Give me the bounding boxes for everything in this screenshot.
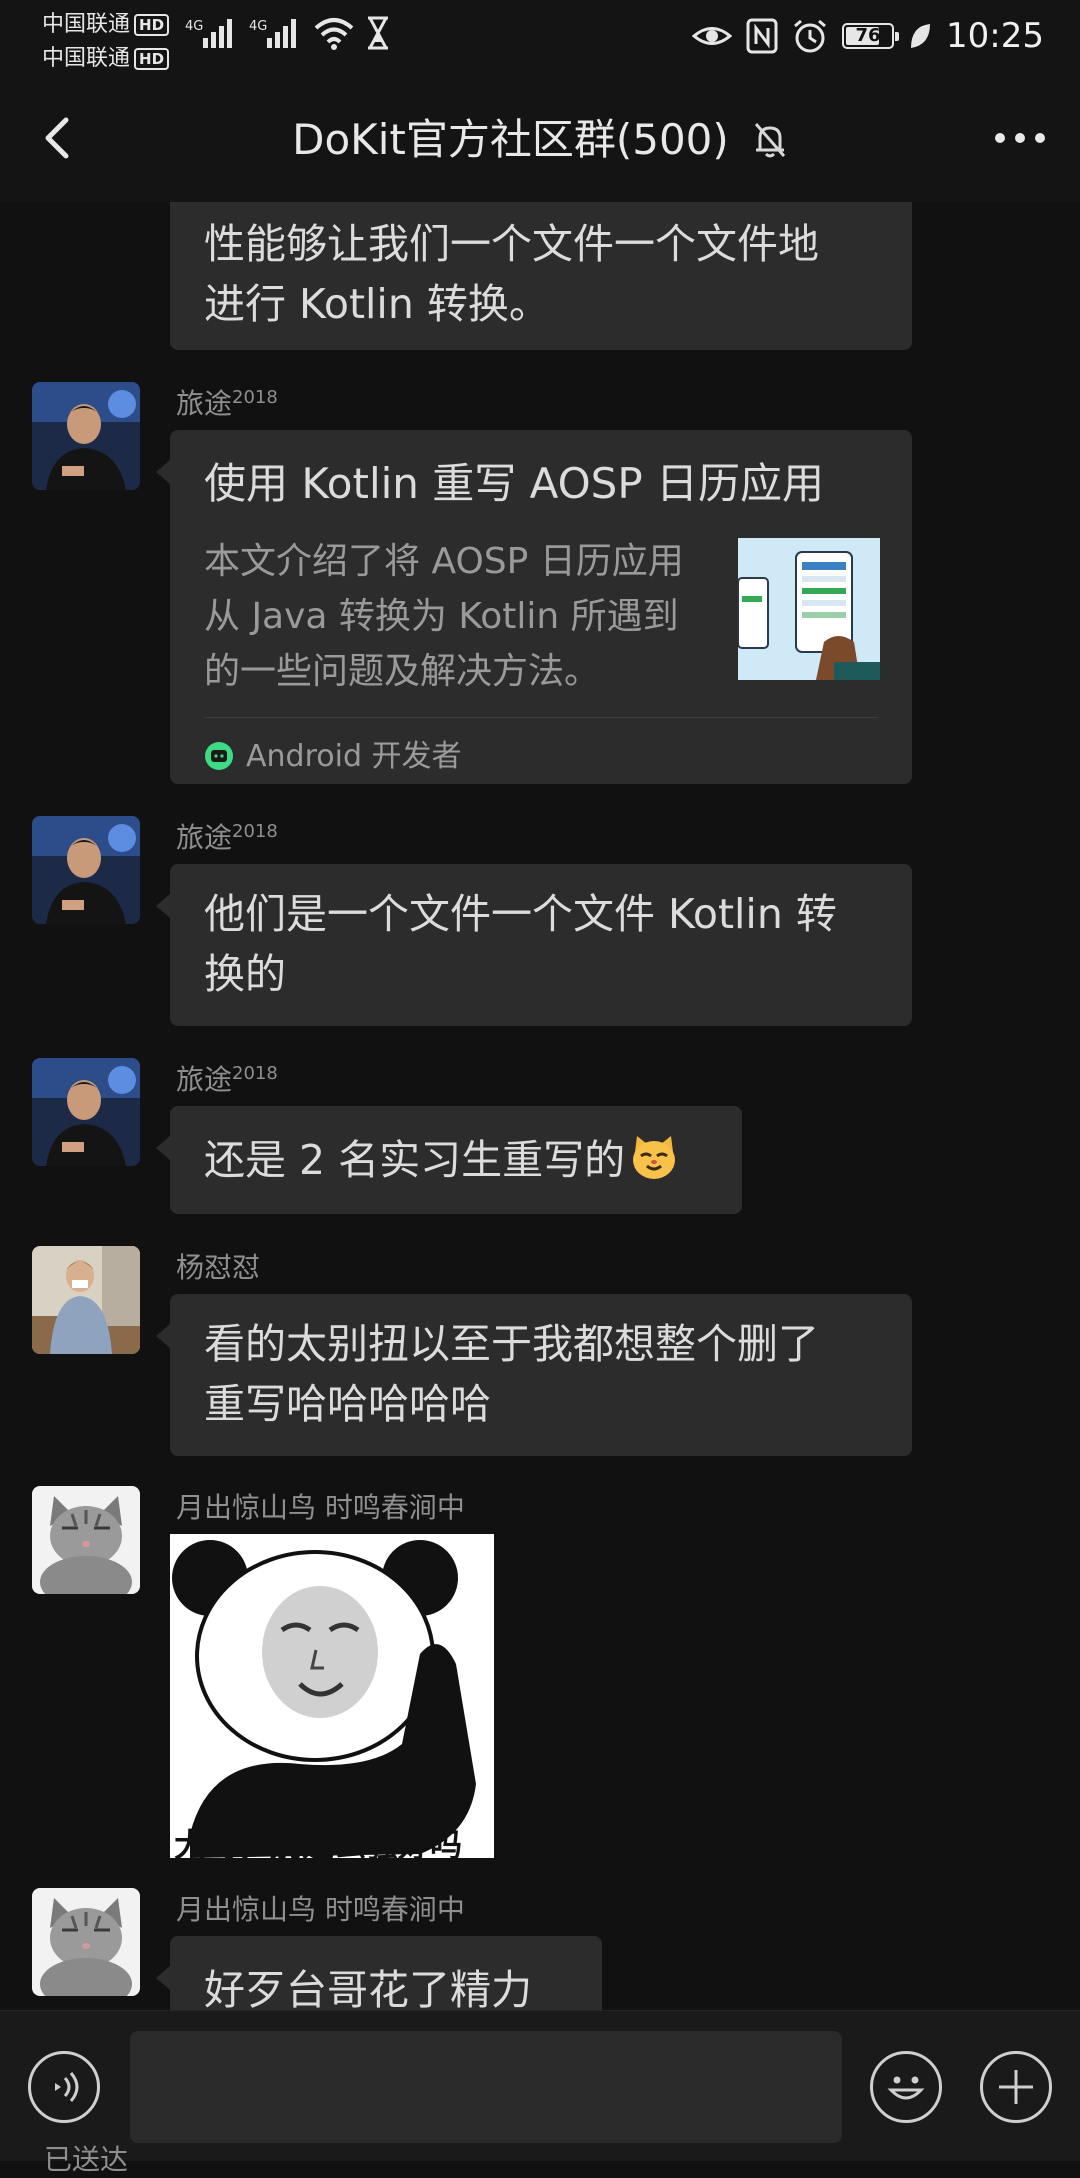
message-text-line: 进行 Kotlin 转换。: [204, 280, 550, 328]
message-text-line: 好歹台哥花了精力: [204, 1966, 532, 2010]
plus-icon: [999, 2070, 1033, 2104]
message-bubble[interactable]: 性能够让我们一个文件一个文件地 进行 Kotlin 转换。: [170, 202, 912, 350]
card-source: Android 开发者: [204, 732, 462, 782]
card-description: 本文介绍了将 AOSP 日历应用 从 Java 转换为 Kotlin 所遇到 的…: [204, 541, 684, 692]
signal-icon-2: 4G: [249, 19, 296, 48]
alarm-icon: [794, 19, 826, 53]
battery-indicator: 76: [842, 23, 900, 49]
hourglass-icon: [368, 16, 388, 50]
emoji-icon: [887, 2076, 925, 2100]
link-card[interactable]: 使用 Kotlin 重写 AOSP 日历应用 本文介绍了将 AOSP 日历应用 …: [156, 430, 912, 784]
clock: 10:25: [946, 16, 1044, 56]
bell-off-icon: [754, 123, 786, 158]
sender-name: 旅途2018: [176, 821, 278, 854]
plus-button[interactable]: [980, 2051, 1052, 2123]
panda-meme-image: [170, 1534, 494, 1858]
carrier-label-2: 中国联通 HD: [42, 40, 170, 72]
avatar[interactable]: [32, 1058, 140, 1166]
chat-header: DoKit官方社区群(500): [0, 72, 1080, 202]
avatar[interactable]: [32, 382, 140, 490]
cat-emoji-icon: [633, 1136, 676, 1179]
sender-name: 旅途2018: [176, 1063, 278, 1096]
card-title: 使用 Kotlin 重写 AOSP 日历应用: [204, 459, 825, 508]
eye-icon: [692, 27, 733, 45]
avatar[interactable]: [32, 1888, 140, 1996]
card-divider: [204, 717, 878, 718]
voice-button[interactable]: [28, 2051, 100, 2123]
status-bar: 中国联通 HD 中国联通 HD 4G 4G 76 10:25: [0, 0, 1080, 72]
card-thumbnail: [738, 538, 880, 680]
message-text-line: 重写哈哈哈哈哈: [204, 1380, 491, 1428]
more-dots-icon[interactable]: [990, 118, 1050, 158]
sender-name: 杨怼怼: [176, 1251, 261, 1284]
sticker-caption: 大哥，别这么骚好吗: [174, 1826, 463, 1858]
message-text-line: 看的太别扭以至于我都想整个删了: [204, 1320, 819, 1368]
sender-name: 旅途2018: [176, 387, 278, 420]
wifi-icon: [314, 18, 354, 50]
message-bubble[interactable]: 看的太别扭以至于我都想整个删了 重写哈哈哈哈哈: [156, 1294, 912, 1456]
message-bubble[interactable]: 他们是一个文件一个文件 Kotlin 转 换的: [156, 864, 912, 1026]
avatar[interactable]: [32, 816, 140, 924]
message-text-line: 换的: [204, 950, 286, 998]
voice-icon: [55, 2072, 79, 2102]
emoji-button[interactable]: [870, 2051, 942, 2123]
message-bubble[interactable]: 还是 2 名实习生重写的: [156, 1106, 742, 1214]
android-icon: [205, 742, 233, 770]
partial-bottom-text: 已送达: [44, 2143, 129, 2176]
sender-name: 月出惊山鸟 时鸣春涧中: [176, 1893, 465, 1926]
message-text-line: 他们是一个文件一个文件 Kotlin 转: [204, 890, 837, 938]
svg-text:4G: 4G: [185, 19, 203, 34]
message-text-line: 还是 2 名实习生重写的: [204, 1130, 708, 1190]
avatar[interactable]: [32, 1246, 140, 1354]
leaf-icon: [911, 24, 931, 48]
sender-name: 月出惊山鸟 时鸣春涧中: [176, 1491, 465, 1524]
input-bar: [0, 2010, 1080, 2161]
message-bubble[interactable]: 好歹台哥花了精力: [156, 1936, 602, 2010]
page-title: DoKit官方社区群(500): [292, 115, 729, 164]
carrier-label-1: 中国联通 HD: [42, 6, 170, 38]
sticker-image[interactable]: 大哥，别这么骚好吗: [170, 1534, 494, 1858]
svg-text:4G: 4G: [249, 19, 267, 34]
avatar[interactable]: [32, 1486, 140, 1594]
signal-icon: 4G: [185, 19, 232, 48]
message-list[interactable]: 性能够让我们一个文件一个文件地 进行 Kotlin 转换。 旅途2018 使用 …: [0, 202, 1080, 2010]
nfc-icon: [746, 18, 778, 54]
message-input[interactable]: [130, 2031, 842, 2143]
message-text-line: 性能够让我们一个文件一个文件地: [204, 220, 819, 268]
